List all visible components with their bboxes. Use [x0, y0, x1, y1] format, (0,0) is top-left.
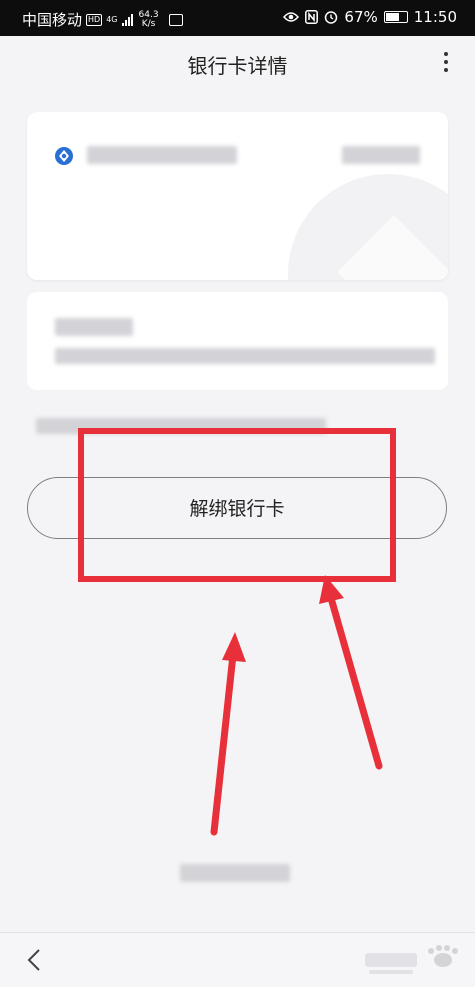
back-icon[interactable] [22, 947, 46, 973]
baidu-watermark-logo [365, 945, 458, 974]
arrow-right [319, 575, 383, 770]
footer-blur [180, 864, 290, 882]
system-nav-bar [0, 932, 475, 987]
footer-redacted [140, 862, 330, 884]
arrow-left [210, 632, 246, 836]
annotation-arrows [210, 575, 383, 836]
